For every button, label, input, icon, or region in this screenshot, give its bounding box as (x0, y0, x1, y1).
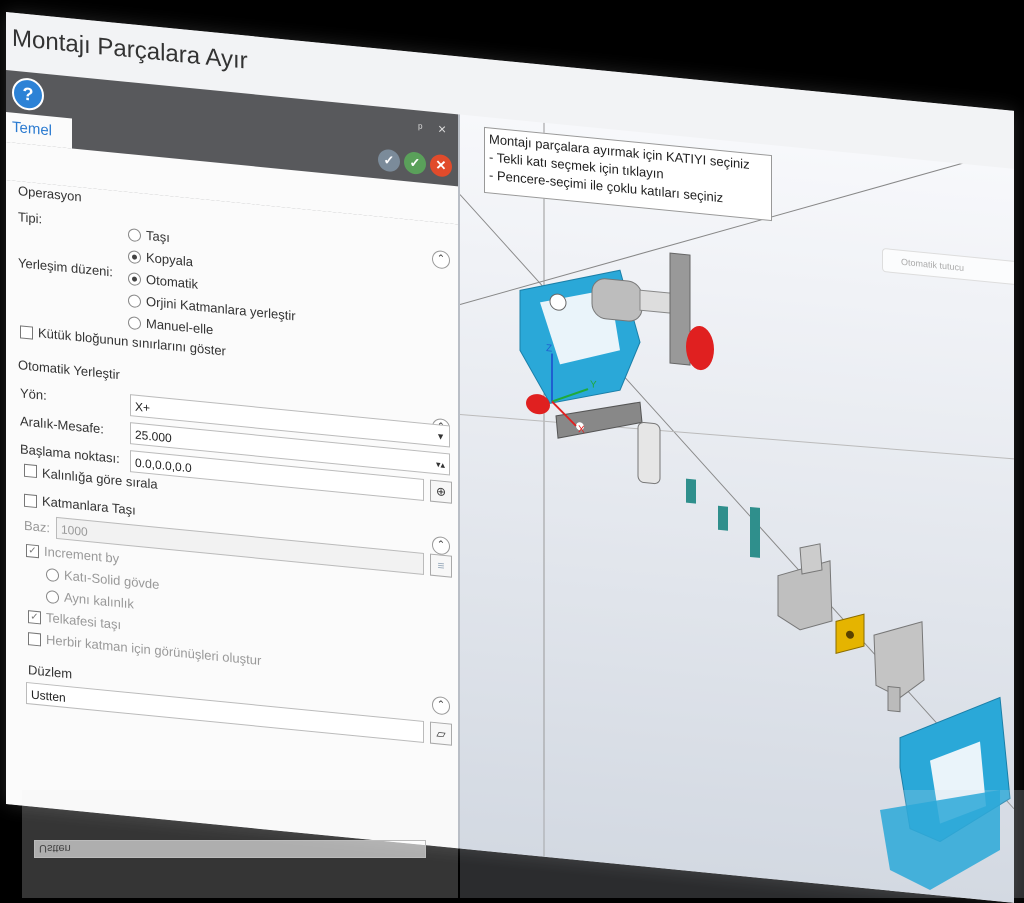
increment-checkbox[interactable]: ✓ (26, 543, 39, 559)
operation-heading: Operasyon (18, 183, 82, 205)
reflection-bracket (880, 790, 1000, 890)
layer-list-icon[interactable]: ≡ (430, 553, 452, 578)
plane-pick-icon[interactable]: ▱ (430, 721, 452, 746)
layers-checkbox[interactable] (24, 493, 37, 509)
axis-y-label: Y (590, 379, 597, 391)
radio-kopyala-label: Kopyala (146, 249, 193, 270)
views-checkbox-label: Herbir katman için görünüşleri oluştur (46, 631, 262, 669)
base-label: Baz: (24, 517, 51, 536)
base-input[interactable]: 1000 (56, 516, 424, 575)
type-label: Tipi: (18, 209, 43, 227)
radio-otomatik[interactable] (128, 271, 141, 287)
start-label: Başlama noktası: (20, 441, 120, 467)
layers-checkbox-label: Katmanlara Taşı (42, 493, 136, 518)
bounds-checkbox[interactable] (20, 325, 33, 340)
radio-orjini[interactable] (128, 293, 141, 309)
radio-manuel[interactable] (128, 315, 141, 331)
axis-z-label: Z (546, 343, 552, 355)
small-pins[interactable] (686, 478, 760, 558)
property-panel: ? ᵖ × Temel ✓ ✓ ✕ Operasyon Tipi: ⌃ Taşı… (6, 70, 460, 849)
start-value: 0.0,0.0,0.0 (135, 455, 192, 476)
dialog-window: Montajı Parçalara Ayır ? ᵖ × Temel ✓ ✓ ✕… (6, 12, 1014, 903)
radio-kopyala[interactable] (128, 249, 141, 265)
fork-part[interactable] (777, 540, 833, 633)
radio-kati-solid[interactable] (46, 567, 59, 583)
cancel-icon: ✕ (435, 157, 447, 174)
radio-kati-solid-label: Katı-Solid gövde (64, 567, 160, 593)
check-icon: ✓ (409, 154, 421, 171)
collapse-plane-icon[interactable]: ⌃ (432, 695, 450, 716)
radio-tasi-label: Taşı (146, 227, 170, 246)
clevis-part[interactable] (873, 617, 925, 714)
views-checkbox[interactable] (28, 632, 41, 647)
layout-label: Yerleşim düzeni: (18, 255, 113, 280)
wire-checkbox[interactable]: ✓ (28, 610, 41, 625)
radio-manuel-label: Manuel-elle (146, 315, 214, 338)
screen: Montajı Parçalara Ayır ? ᵖ × Temel ✓ ✓ ✕… (0, 0, 1024, 903)
3d-viewport[interactable]: Z Y X Montajı parçalara ayırmak için KAT… (460, 114, 1014, 903)
direction-label: Yön: (20, 385, 47, 403)
chevron-down-icon: ▼ (436, 431, 445, 443)
panel-content: Operasyon Tipi: ⌃ Taşı Kopyala Yerleşim … (6, 180, 458, 848)
floor-reflection: Ustten (0, 790, 1024, 898)
radio-ayni-kalinlik-label: Aynı kalınlık (64, 589, 134, 612)
help-icon[interactable]: ? (12, 76, 44, 112)
ok-button[interactable]: ✓ (404, 151, 426, 176)
grid-line-horizontal (460, 414, 1014, 460)
plane-input[interactable]: Ustten (26, 681, 424, 743)
plane-value: Ustten (31, 687, 66, 705)
tab-temel[interactable]: Temel (6, 112, 72, 149)
sort-checkbox[interactable] (24, 463, 37, 479)
auto-heading: Otomatik Yerleştir (18, 357, 120, 383)
cylinder-part[interactable] (591, 277, 671, 325)
gap-value: 25.000 (135, 427, 172, 446)
plate-part[interactable] (669, 252, 714, 371)
close-panel-icon[interactable]: × (438, 120, 446, 137)
wire-checkbox-label: Telkafesi taşı (46, 609, 122, 633)
increment-label: Increment by (44, 543, 120, 567)
direction-value: X+ (135, 399, 151, 416)
collapse-layers-icon[interactable]: ⌃ (432, 535, 450, 556)
radio-tasi[interactable] (128, 227, 141, 243)
radio-ayni-kalinlik[interactable] (46, 589, 59, 605)
radio-otomatik-label: Otomatik (146, 271, 199, 292)
cube-part[interactable] (835, 611, 865, 656)
model-canvas[interactable]: Z Y X (460, 115, 1014, 903)
pin-icon[interactable]: ᵖ (418, 120, 423, 134)
apply-continue-button[interactable]: ✓ (378, 148, 400, 173)
axis-x-label: X (578, 424, 585, 436)
collapse-operation-icon[interactable]: ⌃ (432, 249, 450, 270)
plane-heading: Düzlem (28, 662, 73, 682)
gap-label: Aralık-Mesafe: (20, 413, 104, 437)
base-plate-part[interactable] (555, 394, 643, 446)
reflection-shapes (880, 790, 1000, 890)
window-title: Montajı Parçalara Ayır (12, 24, 248, 75)
apply-continue-icon: ✓ (383, 152, 395, 169)
pin-part[interactable] (637, 422, 661, 485)
cancel-button[interactable]: ✕ (430, 153, 452, 178)
pick-point-icon[interactable]: ⊕ (430, 479, 452, 504)
base-value: 1000 (61, 522, 88, 540)
spinner-icon[interactable]: ▾▴ (436, 453, 445, 476)
